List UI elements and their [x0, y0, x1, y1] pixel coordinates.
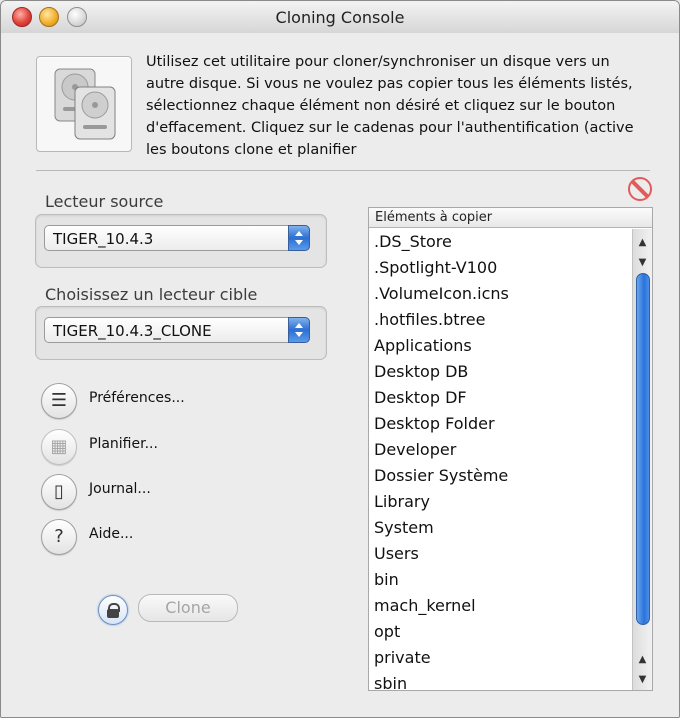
target-drive-select[interactable]: TIGER_10.4.3_CLONE	[44, 317, 310, 343]
help-icon[interactable]: ?	[41, 519, 77, 555]
scroll-down-icon[interactable]: ▼	[633, 253, 652, 273]
list-item[interactable]: .Spotlight-V100	[369, 255, 632, 281]
intro-text: Utilisez cet utilitaire pour cloner/sync…	[146, 54, 634, 158]
list-item[interactable]: Desktop DF	[369, 385, 632, 411]
target-drive-label: Choisissez un lecteur cible	[45, 285, 258, 304]
list-item[interactable]: Library	[369, 489, 632, 515]
preferences-label: Préférences...	[89, 390, 185, 406]
chevron-updown-icon[interactable]	[288, 225, 310, 251]
source-drive-group: TIGER_10.4.3	[35, 214, 327, 268]
list-item[interactable]: .VolumeIcon.icns	[369, 281, 632, 307]
list-item[interactable]: Dossier Système	[369, 463, 632, 489]
hard-drives-icon	[54, 68, 116, 140]
source-drive-label: Lecteur source	[45, 192, 164, 211]
target-drive-group: TIGER_10.4.3_CLONE	[35, 306, 327, 360]
calendar-icon[interactable]: ▦	[41, 429, 77, 465]
list-item[interactable]: Users	[369, 541, 632, 567]
list-item[interactable]: Desktop Folder	[369, 411, 632, 437]
list-item[interactable]: Developer	[369, 437, 632, 463]
scroll-up-icon[interactable]: ▲	[633, 233, 652, 253]
list-item[interactable]: private	[369, 645, 632, 671]
scroll-up-icon[interactable]: ▲	[633, 650, 652, 670]
window-title: Cloning Console	[275, 8, 405, 27]
list-icon[interactable]: ☰	[41, 383, 77, 419]
journal-label: Journal...	[89, 481, 151, 497]
list-item[interactable]: bin	[369, 567, 632, 593]
list-item[interactable]: .DS_Store	[369, 229, 632, 255]
clone-button[interactable]: Clone	[138, 594, 238, 622]
items-list-body: .DS_Store .Spotlight-V100 .VolumeIcon.icns…	[369, 229, 632, 690]
scrollbar[interactable]: ▲ ▼ ▲ ▼	[632, 229, 652, 690]
source-drive-select[interactable]: TIGER_10.4.3	[44, 225, 310, 251]
items-list-header[interactable]: Eléments à copier	[369, 208, 652, 228]
erase-icon[interactable]	[628, 177, 652, 201]
list-item[interactable]: sbin	[369, 671, 632, 690]
schedule-label: Planifier...	[89, 436, 158, 452]
list-item[interactable]: Desktop DB	[369, 359, 632, 385]
source-drive-value: TIGER_10.4.3	[53, 230, 154, 248]
target-drive-value: TIGER_10.4.3_CLONE	[53, 322, 212, 340]
list-item[interactable]: Applications	[369, 333, 632, 359]
chevron-updown-icon[interactable]	[288, 317, 310, 343]
cloning-console-window: Cloning Console Utilisez cet utilitaire …	[0, 0, 680, 718]
items-list: Eléments à copier .DS_Store .Spotlight-V1…	[368, 207, 653, 691]
scroll-thumb[interactable]	[636, 273, 650, 625]
scroll-down-icon[interactable]: ▼	[633, 670, 652, 690]
help-label: Aide...	[89, 526, 134, 542]
list-item[interactable]: opt	[369, 619, 632, 645]
app-icon	[36, 56, 132, 152]
list-item[interactable]: mach_kernel	[369, 593, 632, 619]
list-item[interactable]: .hotfiles.btree	[369, 307, 632, 333]
lock-icon[interactable]	[98, 595, 128, 625]
document-icon[interactable]: ▯	[41, 474, 77, 510]
divider	[36, 170, 650, 171]
list-item[interactable]: System	[369, 515, 632, 541]
title-bar[interactable]: Cloning Console	[1, 1, 679, 33]
